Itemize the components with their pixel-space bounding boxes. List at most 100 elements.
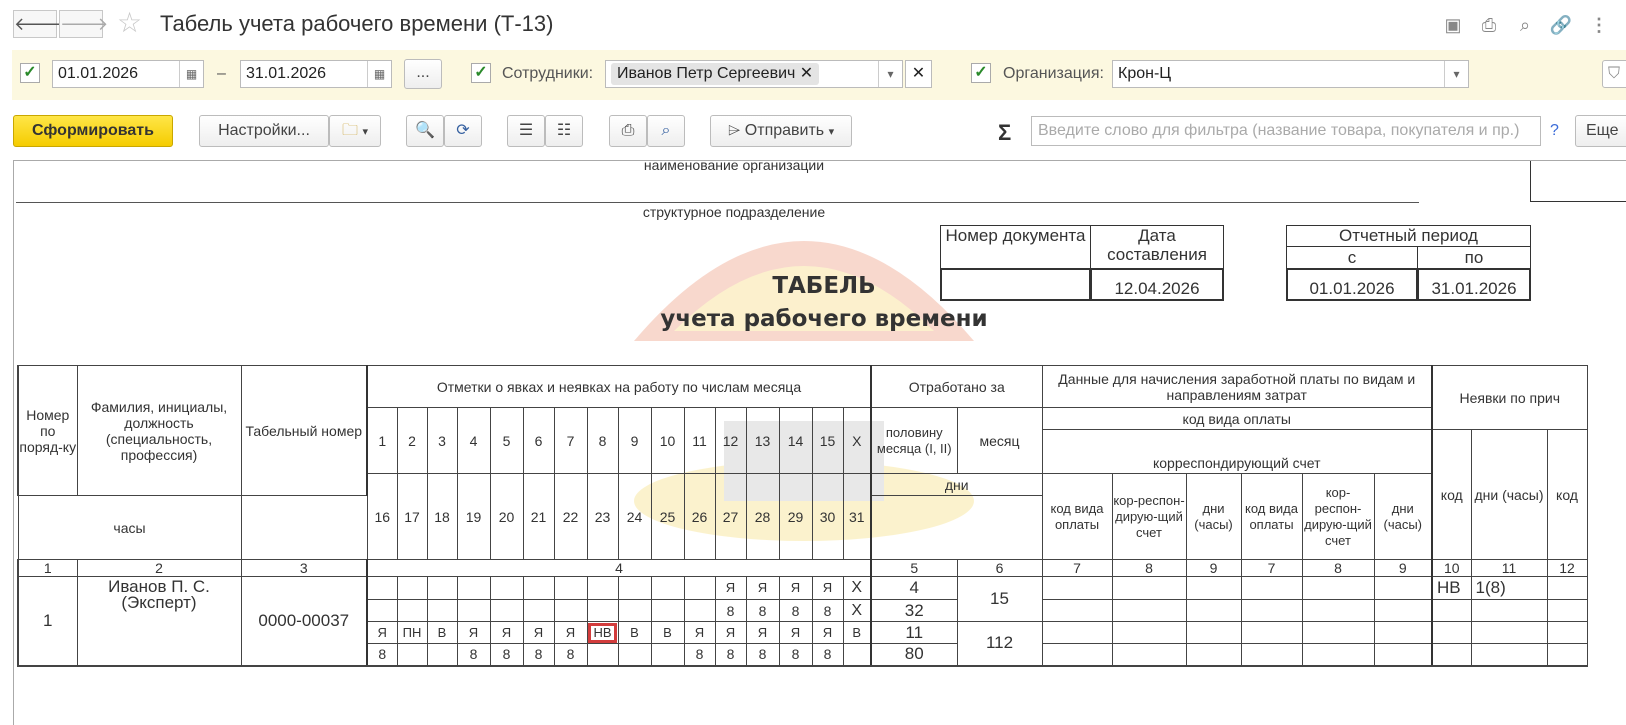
variants-button[interactable]: 🗀 ▾ [329,115,381,147]
day-mark-cell [396,576,428,600]
forward-button[interactable]: 🡒 [59,10,108,38]
generate-button[interactable]: Сформировать [13,115,173,147]
employees-checkbox[interactable]: ✓ [471,63,491,83]
absence-code-cell [1431,621,1472,644]
day-header: 10 [650,407,685,474]
organization-field[interactable]: Крон-Ц ▾ [1112,60,1469,88]
day-mark-cell: X [842,576,872,600]
day-mark-cell: В [426,621,458,644]
absence-code-cell: НВ [1431,576,1472,600]
search-input[interactable]: Введите слово для фильтра (название това… [1031,116,1541,146]
preview-icon[interactable]: ⌕ [1513,13,1537,37]
day-header: 30 [811,473,844,560]
header-col-code: код вида оплаты [1240,473,1303,560]
day-mark-cell [586,576,619,600]
pay-cell [1240,643,1303,667]
day-mark-cell [366,599,398,622]
day-mark-cell [650,643,685,667]
header-absence: Неявки по прич [1431,365,1588,430]
employee-chip[interactable]: Иванов Петр Сергеевич ✕ [611,63,820,85]
day-mark-cell: 8 [778,643,813,667]
report-subtitle: учета рабочего времени [660,306,988,332]
pay-cell [1185,621,1242,644]
day-mark-cell [617,643,652,667]
period-from-header: с [1286,246,1418,269]
column-number: 8 [1111,559,1187,577]
pay-cell [1185,599,1242,622]
day-header: 2 [396,407,428,474]
day-header: 20 [489,473,524,560]
column-number: 6 [956,559,1043,577]
doc-date-header: Дата составления [1090,225,1224,269]
more-menu-icon[interactable]: ⋮ [1587,13,1611,37]
sum-icon[interactable]: Σ [998,120,1011,146]
save-icon[interactable]: ▣ [1441,13,1465,37]
link-icon[interactable]: 🔗 [1549,13,1573,37]
pay-cell [1111,621,1187,644]
day-header: 29 [778,473,813,560]
arrow-right-icon: 🡒 [60,14,109,34]
day-mark-cell [489,599,524,622]
header-days: дни [870,473,1043,496]
day-mark-cell: 8 [522,643,555,667]
day-mark-cell [522,576,555,600]
printer-icon: ⎙ [621,122,635,139]
print-preview-button[interactable]: ⌕ [647,115,685,147]
date-from-input[interactable]: 01.01.2026 ▦ [52,60,204,88]
day-header: 24 [617,473,652,560]
calendar-icon[interactable]: ▦ [179,61,203,87]
day-header: 18 [426,473,458,560]
report-title: ТАБЕЛЬ [772,273,876,299]
print-icon[interactable]: ⎙ [1477,13,1501,37]
filter-settings-button[interactable]: ⛉ [1602,60,1626,88]
pay-cell [1301,621,1375,644]
column-number: 5 [870,559,958,577]
print-button[interactable]: ⎙ [609,115,647,147]
column-number: 9 [1185,559,1242,577]
back-button[interactable]: 🡐 [13,10,62,38]
organization-checkbox[interactable]: ✓ [971,63,991,83]
calendar-icon[interactable]: ▦ [367,61,391,87]
column-number: 2 [76,559,242,577]
find-button[interactable]: 🔍 [406,115,444,147]
worked-half-month: 80 [870,643,958,667]
day-header: 17 [396,473,428,560]
employees-field[interactable]: Иванов Петр Сергеевич ✕ ▾ [605,60,903,88]
day-mark-cell: Я [683,621,716,644]
day-mark-cell: Я [745,621,780,644]
okud-box [1530,161,1626,202]
selected-day-cell[interactable]: НВ [586,621,619,644]
expand-groups-button[interactable]: ☰ [507,115,545,147]
absence-code-cell [1546,643,1588,667]
day-header: 16 [366,473,398,560]
find-next-button[interactable]: ⟳ [444,115,482,147]
chevron-down-icon[interactable]: ▾ [1444,61,1468,87]
column-number: 12 [1546,559,1588,577]
absence-days-cell [1470,621,1548,644]
day-mark-cell [522,599,555,622]
period-select-button[interactable]: ... [404,59,442,89]
close-icon: ✕ [911,65,926,82]
more-actions-button[interactable]: Еще [1575,115,1626,147]
clear-employees-button[interactable]: ✕ [905,60,932,88]
pay-cell [1041,576,1113,600]
send-button[interactable]: ⌲ Отправить ▾ [710,115,852,147]
date-to-input[interactable]: 31.01.2026 ▦ [240,60,392,88]
settings-button[interactable]: Настройки... [199,115,329,147]
preview-icon: ⌕ [661,122,671,139]
period-checkbox[interactable]: ✓ [20,63,40,83]
pay-cell [1373,576,1433,600]
timesheet-table: Номер по поряд-ку Фамилия, инициалы, дол… [17,365,1588,667]
chip-remove-icon[interactable]: ✕ [800,65,813,82]
employee-rows: 1 Иванов П. С. (Эксперт) 0000-00037 Я Я Я Я X 4 1… [17,576,1588,667]
chevron-down-icon[interactable]: ▾ [878,61,902,87]
pay-cell [1111,643,1187,667]
expand-list-icon: ☰ [518,122,534,139]
favorite-star-icon[interactable]: ☆ [117,8,142,38]
day-mark-cell: 8 [489,643,524,667]
day-mark-cell: X [842,599,872,622]
day-mark-cell: Я [745,576,780,600]
collapse-groups-button[interactable]: ☷ [545,115,583,147]
help-button[interactable]: ? [1550,122,1559,140]
pay-cell [1301,576,1375,600]
